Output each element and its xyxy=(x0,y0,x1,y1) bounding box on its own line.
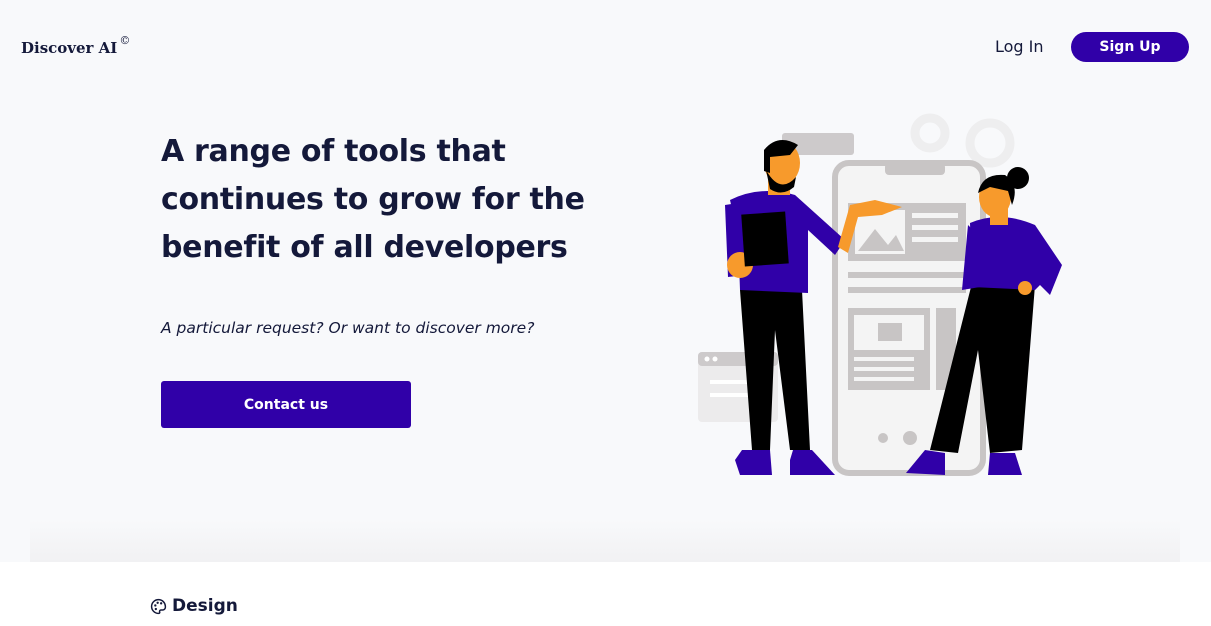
hero-subtext: A particular request? Or want to discove… xyxy=(161,319,535,337)
signup-button[interactable]: Sign Up xyxy=(1071,32,1189,62)
logo[interactable]: Discover AI © xyxy=(21,34,131,57)
logo-text: Discover AI xyxy=(21,39,118,57)
palette-icon xyxy=(150,598,167,614)
design-section-title: Design xyxy=(150,596,238,616)
logo-copyright-mark: © xyxy=(119,34,131,47)
gear-icon xyxy=(910,113,1015,168)
hero-illustration xyxy=(698,113,1062,476)
hero-headline: A range of tools that continues to grow … xyxy=(161,134,585,265)
contact-us-button[interactable]: Contact us xyxy=(161,381,411,428)
hero-bottom-fade xyxy=(30,520,1180,562)
login-link[interactable]: Log In xyxy=(995,37,1044,56)
section-title-text: Design xyxy=(172,596,238,616)
